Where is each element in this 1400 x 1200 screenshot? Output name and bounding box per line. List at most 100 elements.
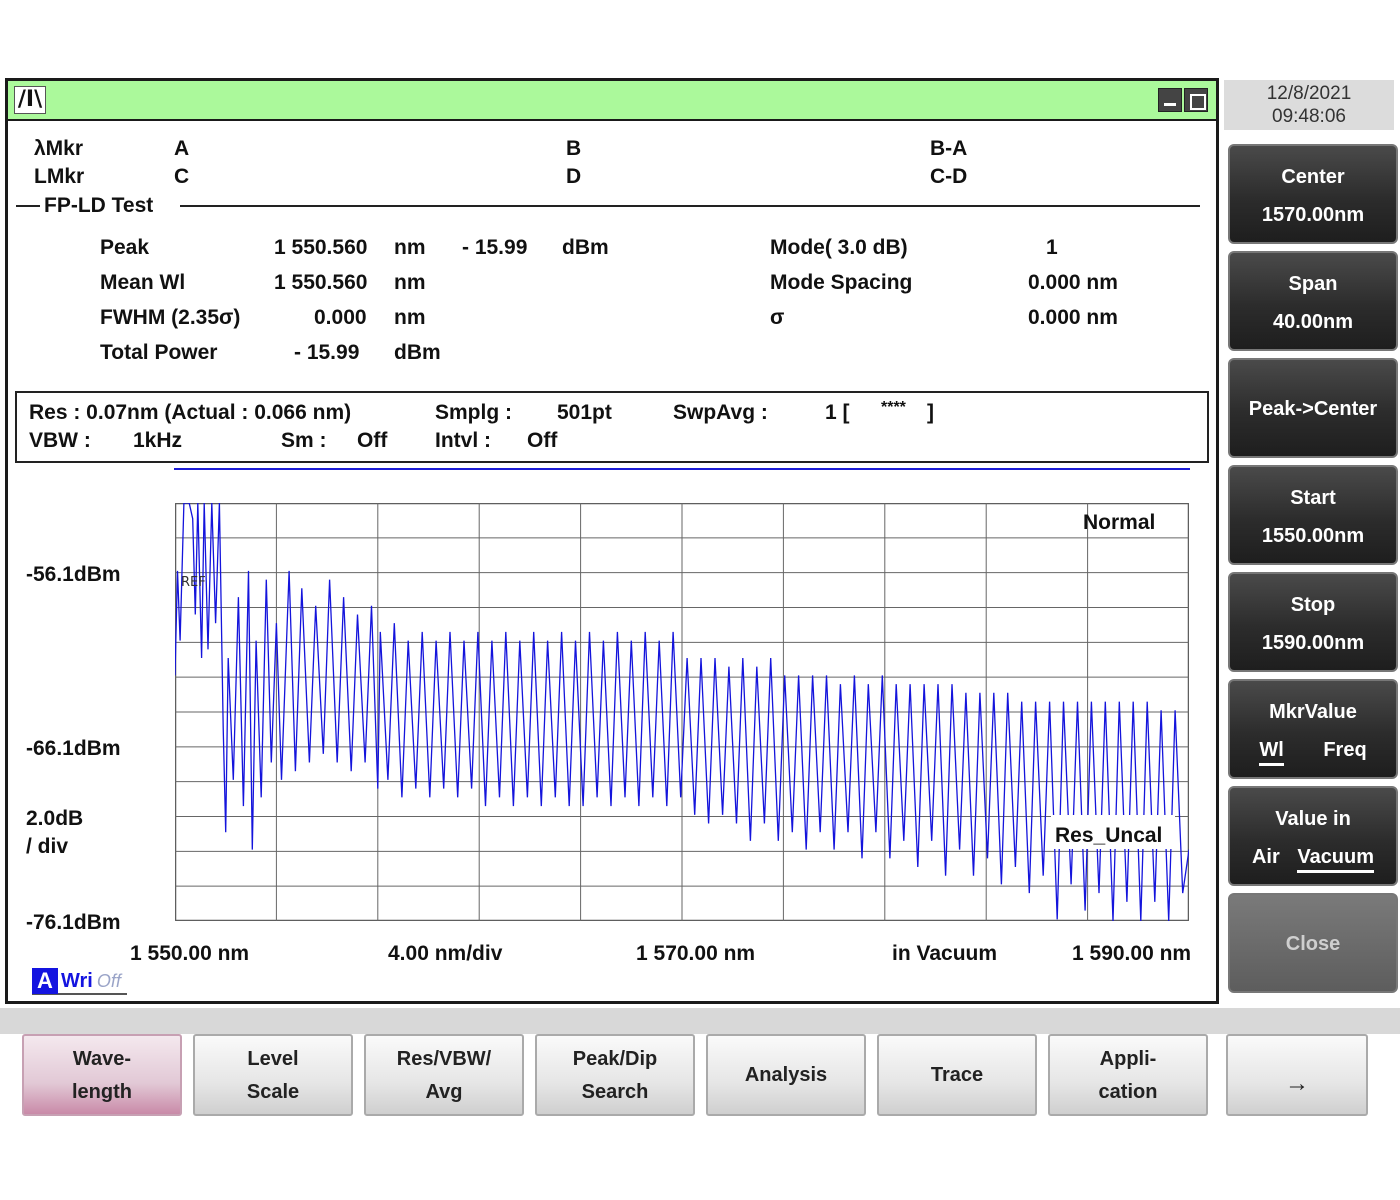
start-softkey[interactable]: Start 1550.00nm [1228, 465, 1398, 565]
sweep-average-label: SwpAvg : [673, 401, 768, 424]
marker-value-softkey[interactable]: MkrValue Wl Freq [1228, 679, 1398, 779]
y-axis-mid-label: -66.1dBm [26, 737, 121, 760]
center-softkey[interactable]: Center 1570.00nm [1228, 144, 1398, 244]
date-text: 12/8/2021 [1266, 83, 1352, 104]
mode-value: 1 [1046, 236, 1058, 259]
span-softkey-value: 40.00nm [1272, 311, 1354, 333]
arrow-right-icon: → [1285, 1070, 1309, 1097]
peak-dip-search-function-key[interactable]: Peak/Dip Search [535, 1034, 695, 1116]
total-power-unit: dBm [394, 341, 441, 364]
section-rule [180, 205, 1200, 207]
start-softkey-label: Start [1290, 487, 1336, 509]
settings-panel: Res : 0.07nm (Actual : 0.066 nm) Smplg :… [15, 391, 1209, 463]
start-softkey-value: 1550.00nm [1261, 525, 1365, 547]
value-in-softkey[interactable]: Value in Air Vacuum [1228, 786, 1398, 886]
stop-softkey[interactable]: Stop 1590.00nm [1228, 572, 1398, 672]
peak-level: - 15.99 [462, 236, 528, 259]
trace-off-state: Off [96, 970, 121, 991]
fwhm-label: FWHM (2.35σ) [100, 306, 241, 329]
mode-spacing-label: Mode Spacing [770, 271, 913, 294]
level-key-line2: Scale [246, 1081, 300, 1103]
appli-key-line2: cation [1098, 1081, 1158, 1103]
level-key-line1: Level [247, 1048, 299, 1070]
marker-value-freq-option: Freq [1323, 739, 1367, 761]
value-in-air-option: Air [1251, 846, 1280, 868]
fwhm-value: 0.000 [314, 306, 367, 329]
lambda-marker-ba: B-A [930, 137, 968, 160]
vbw-value: 1kHz [133, 429, 183, 452]
mode-label: Mode( 3.0 dB) [770, 236, 908, 259]
mean-wavelength-label: Mean Wl [100, 271, 186, 294]
x-axis-medium-label: in Vacuum [892, 942, 998, 965]
peak-key-line2: Search [581, 1081, 649, 1103]
close-softkey[interactable]: Close [1228, 893, 1398, 993]
level-marker-label: LMkr [34, 165, 85, 188]
time-text: 09:48:06 [1272, 106, 1346, 127]
peak-to-center-label: Peak->Center [1248, 398, 1378, 420]
wavelength-key-line2: length [72, 1081, 132, 1103]
total-power-label: Total Power [100, 341, 218, 364]
x-axis-div-label: 4.00 nm/div [388, 942, 503, 965]
span-softkey-label: Span [1288, 273, 1338, 295]
smoothing-label: Sm : [281, 429, 327, 452]
peak-level-unit: dBm [562, 236, 609, 259]
spectrum-chart: REF Normal Res_Uncal [175, 503, 1189, 921]
sweep-average-value: 1 [ [825, 401, 850, 424]
sigma-label: σ [770, 306, 785, 329]
interval-value: Off [527, 429, 558, 452]
wavelength-key-line1: Wave- [72, 1048, 132, 1070]
date-time-display: 12/8/2021 09:48:06 [1224, 80, 1394, 130]
value-in-label: Value in [1275, 808, 1351, 830]
main-display-window: /I\ λMkr A B B-A LMkr C D C-D FP-LD Test… [5, 78, 1219, 1004]
res-key-line2: Avg [425, 1081, 463, 1103]
window-controls [1158, 88, 1208, 112]
fwhm-unit: nm [394, 306, 426, 329]
x-axis-start-label: 1 550.00 nm [130, 942, 250, 965]
trace-function-key[interactable]: Trace [877, 1034, 1037, 1116]
application-function-key[interactable]: Appli- cation [1048, 1034, 1208, 1116]
center-softkey-label: Center [1281, 166, 1345, 188]
close-label: Close [1285, 933, 1341, 955]
peak-to-center-softkey[interactable]: Peak->Center [1228, 358, 1398, 458]
marker-value-label: MkrValue [1269, 701, 1357, 723]
appli-key-line1: Appli- [1099, 1048, 1157, 1070]
total-power-value: - 15.99 [294, 341, 360, 364]
sweep-average-stars: **** [881, 399, 906, 416]
ref-marker: REF [181, 575, 206, 590]
mean-wavelength-unit: nm [394, 271, 426, 294]
analysis-key-label: Analysis [744, 1064, 828, 1086]
span-softkey[interactable]: Span 40.00nm [1228, 251, 1398, 351]
trace-separator [174, 468, 1190, 470]
wavelength-function-key[interactable]: Wave- length [22, 1034, 182, 1116]
res-uncal-warning: Res_Uncal [1055, 824, 1162, 847]
lambda-marker-a: A [174, 137, 190, 160]
spectrum-plot[interactable]: REF Normal Res_Uncal [175, 503, 1189, 921]
level-scale-function-key[interactable]: Level Scale [193, 1034, 353, 1116]
analysis-function-key[interactable]: Analysis [706, 1034, 866, 1116]
trace-a-badge: A [32, 968, 58, 994]
resolution-setting: Res : 0.07nm (Actual : 0.066 nm) [29, 401, 352, 424]
section-rule [16, 205, 40, 207]
center-softkey-value: 1570.00nm [1261, 204, 1365, 226]
res-vbw-avg-function-key[interactable]: Res/VBW/ Avg [364, 1034, 524, 1116]
interval-label: Intvl : [435, 429, 491, 452]
sampling-label: Smplg : [435, 401, 512, 424]
anritsu-logo-icon: /I\ [14, 86, 46, 114]
stop-softkey-value: 1590.00nm [1261, 632, 1365, 654]
mode-spacing-value: 0.000 nm [1028, 271, 1118, 294]
sampling-value: 501pt [557, 401, 612, 424]
res-key-line1: Res/VBW/ [396, 1048, 492, 1070]
level-marker-d: D [566, 165, 582, 188]
trace-write-mode: Wri [61, 969, 93, 992]
y-axis-top-label: -56.1dBm [26, 563, 121, 586]
display-mode-label: Normal [1083, 511, 1155, 534]
x-axis-center-label: 1 570.00 nm [636, 942, 756, 965]
level-marker-cd: C-D [930, 165, 968, 188]
minimize-icon[interactable] [1158, 88, 1182, 112]
stop-softkey-label: Stop [1290, 594, 1336, 616]
peak-wavelength: 1 550.560 [274, 236, 368, 259]
lambda-marker-b: B [566, 137, 582, 160]
peak-key-line1: Peak/Dip [572, 1048, 658, 1070]
restore-icon[interactable] [1184, 88, 1208, 112]
next-page-function-key[interactable]: → [1226, 1034, 1368, 1116]
